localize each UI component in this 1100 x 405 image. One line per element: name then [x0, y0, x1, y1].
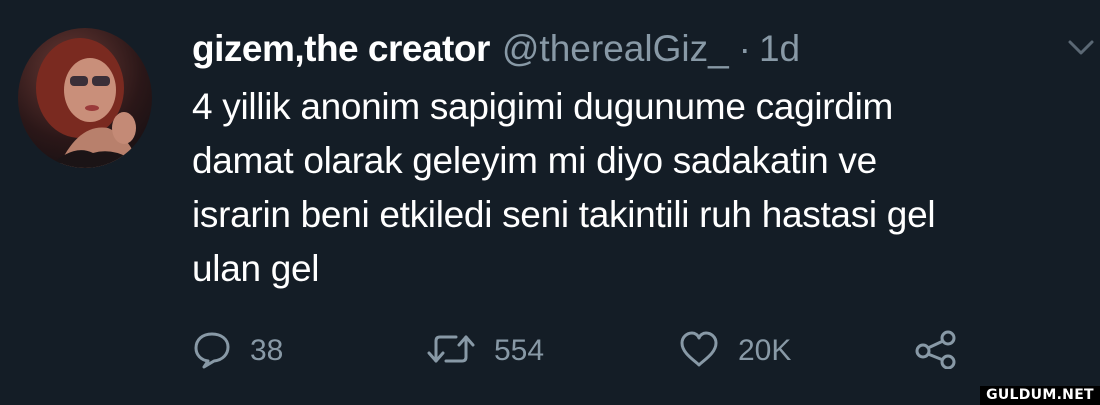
watermark-logo: GULDUM.NET	[980, 386, 1100, 405]
reply-bubble-icon	[192, 329, 232, 374]
share-button[interactable]	[914, 326, 958, 376]
display-name[interactable]: gizem,the creator	[192, 28, 490, 69]
tweet-text-line: damat olarak geleyim mi diyo sadakatin v…	[192, 140, 877, 181]
retweet-count: 554	[494, 334, 545, 367]
tweet-text-line: israrin beni etkiledi seni takintili ruh…	[192, 194, 936, 235]
tweet-timestamp[interactable]: 1d	[759, 28, 800, 69]
tweet-header: gizem,the creator @therealGiz_ · 1d	[192, 24, 800, 74]
tweet-text-line: 4 yillik anonim sapigimi dugunume cagird…	[192, 86, 894, 127]
separator-dot: ·	[738, 28, 751, 69]
heart-icon	[678, 329, 720, 374]
tweet-text-line: ulan gel	[192, 248, 320, 289]
tweet-text: 4 yillik anonim sapigimi dugunume cagird…	[192, 80, 1092, 296]
tweet-actions: 38 554 20K	[192, 326, 992, 376]
like-count: 20K	[738, 334, 792, 367]
retweet-icon	[426, 329, 476, 374]
user-handle[interactable]: @therealGiz_	[502, 28, 729, 69]
reply-button[interactable]: 38	[192, 326, 283, 376]
retweet-button[interactable]: 554	[426, 326, 544, 376]
like-button[interactable]: 20K	[678, 326, 791, 376]
avatar[interactable]	[18, 28, 152, 168]
chevron-down-icon[interactable]	[1066, 38, 1096, 58]
reply-count: 38	[250, 334, 284, 367]
tweet-card[interactable]: gizem,the creator @therealGiz_ · 1d 4 yilli…	[0, 0, 1100, 405]
share-icon	[914, 329, 958, 374]
